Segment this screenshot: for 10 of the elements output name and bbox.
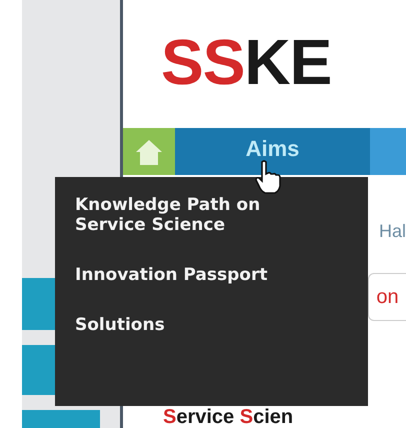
home-button[interactable] bbox=[123, 128, 175, 175]
greeting-text: Hal bbox=[378, 221, 406, 241]
page-heading: Service Scien bbox=[163, 407, 294, 428]
hand-cursor-icon bbox=[255, 160, 281, 194]
sidebar-button[interactable] bbox=[22, 410, 100, 428]
site-logo: SSKE bbox=[160, 25, 332, 100]
menu-item[interactable]: Innovation Passport bbox=[75, 265, 310, 285]
nav-tab[interactable]: Aims bbox=[175, 128, 370, 175]
menu-item[interactable]: Solutions bbox=[75, 315, 310, 335]
menu-item[interactable]: Knowledge Path on Service Science bbox=[75, 195, 310, 235]
